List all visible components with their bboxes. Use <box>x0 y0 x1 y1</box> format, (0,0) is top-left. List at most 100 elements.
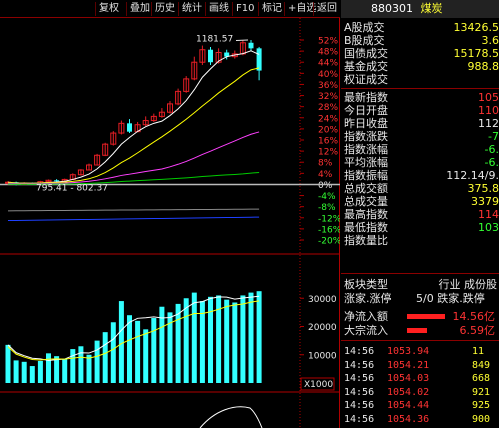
panel-row: 今日开盘 110 <box>341 104 499 117</box>
volume-ma5-line <box>7 295 260 362</box>
high-price-label: 1181.57 <box>196 34 233 44</box>
volume-bar <box>62 358 68 383</box>
panel-row-label: 最低指数 <box>344 221 388 234</box>
panel-row: 指数涨跌 -7 <box>341 130 499 143</box>
panel-row-value: 110 <box>478 104 499 117</box>
price-axis-label: 8% <box>318 159 333 169</box>
high-price-marker <box>235 39 249 42</box>
board-type-value: 行业 成份股 <box>438 278 498 291</box>
price-axis-label: 4% <box>318 170 333 180</box>
ma60-line <box>7 216 260 222</box>
panel-row-label: 指数量比 <box>344 234 388 247</box>
volume-bar <box>151 318 157 383</box>
panel-row-label: 基金成交 <box>344 60 388 73</box>
panel-row-value: 105 <box>478 91 499 104</box>
volume-bar <box>13 360 19 383</box>
panel-row-label: 平均涨幅 <box>344 156 388 169</box>
tick-price: 1054.03 <box>387 373 430 384</box>
volume-bar <box>86 354 92 383</box>
candle-body <box>127 123 132 132</box>
tick-row: 14:56 1054.02 921 <box>341 386 499 399</box>
net-inflow-bar <box>407 314 445 319</box>
tick-row: 14:56 1054.44 925 <box>341 399 499 412</box>
candle-body <box>256 48 262 71</box>
volume-ma10-line <box>7 300 260 361</box>
panel-row-label: 最新指数 <box>344 91 388 104</box>
block-inflow-row: 大宗流入 6.59亿 <box>341 324 499 337</box>
volume-axis-label: 20000 <box>308 323 337 333</box>
toolbar-stats-button[interactable]: 统计 <box>178 2 205 16</box>
toolbar-overlay-button[interactable]: 叠加 <box>126 2 153 16</box>
price-axis-label: -20% <box>318 237 340 247</box>
toolbar-restore-rights-button[interactable]: 复权 <box>95 2 122 16</box>
tick-price: 1054.21 <box>387 359 430 371</box>
panel-row-label: 指数振幅 <box>344 169 388 182</box>
price-axis-label: 0% <box>318 181 333 191</box>
panel-row: 平均涨幅 -6. <box>341 156 499 169</box>
volume-bar <box>37 360 43 383</box>
volume-bar <box>175 303 181 383</box>
price-axis-label: 36% <box>318 81 338 91</box>
panel-row: 最低指数 103 <box>341 221 499 234</box>
volume-bar <box>232 302 238 383</box>
kline-chart-svg[interactable]: 52%48%44%40%36%32%28%24%20%16%12%8%4%0%-… <box>0 18 340 428</box>
panel-row-label: 权证成交 <box>344 73 388 86</box>
toolbar-back-button[interactable]: 返回 <box>313 2 340 16</box>
volume-bar <box>110 322 116 383</box>
candle-body <box>248 42 254 49</box>
panel-row-value: 112 <box>478 117 499 130</box>
volume-bar <box>78 346 84 383</box>
tick-volume: 849 <box>472 359 491 371</box>
rise-fall-row: 涨家.涨停 5/0 跌家.跌停 <box>341 292 499 305</box>
panel-title: 880301 煤炭 <box>341 0 499 18</box>
volume-bar <box>118 301 124 383</box>
panel-row-label: 指数涨幅 <box>344 143 388 156</box>
volume-bar <box>5 344 11 383</box>
toolbar-history-button[interactable]: 历史 <box>151 2 178 16</box>
toolbar-draw-button[interactable]: 画线 <box>205 2 232 16</box>
panel-row-label: 今日开盘 <box>344 104 388 117</box>
volume-bar <box>248 292 254 383</box>
net-inflow-row: 净流入额 14.56亿 <box>341 310 499 323</box>
volume-bar <box>143 329 149 383</box>
tick-price: 1054.02 <box>387 386 430 398</box>
price-axis-label: 44% <box>318 59 338 69</box>
price-axis-label: 24% <box>318 114 338 124</box>
rise-fall-label: 涨家.涨停 <box>344 292 392 305</box>
panel-row: A股成交 13426.5 <box>341 21 499 34</box>
quote-panel: 880301 煤炭 A股成交 13426.5 B股成交 3.6 国债成交 15178.5 基… <box>341 0 499 428</box>
panel-row: 总成交量 3379 <box>341 195 499 208</box>
tick-time: 14:56 <box>344 413 375 425</box>
panel-row: 昨日收盘 112 <box>341 117 499 130</box>
price-axis-label: -4% <box>318 192 336 202</box>
kline-chart-area[interactable]: 52% 48% 44% 40% 36% 32% 28% 24% 20% 16% 12% 8% 4% 0% -… <box>0 18 340 428</box>
tick-row: 14:56 1054.21 849 <box>341 359 499 372</box>
tick-volume: 900 <box>472 413 491 425</box>
toolbar-f10-button[interactable]: F10 <box>232 2 257 16</box>
volume-bar <box>21 361 27 383</box>
ma20-line <box>7 131 260 185</box>
tick-row: 14:56 1053.94 11 <box>341 345 499 358</box>
volume-bar <box>102 332 108 383</box>
price-axis-label: 40% <box>318 70 338 80</box>
panel-row-value: 3.6 <box>481 34 499 47</box>
panel-row: 最高指数 114 <box>341 208 499 221</box>
block-inflow-label: 大宗流入 <box>344 324 388 337</box>
volume-unit-label: X1000 <box>304 380 333 390</box>
panel-row-label: 昨日收盘 <box>344 117 388 130</box>
net-inflow-value: 14.56亿 <box>452 310 496 323</box>
price-axis-label: 48% <box>318 48 338 58</box>
panel-divider <box>341 273 499 274</box>
panel-row-value: 112.14/9. <box>446 169 499 182</box>
range-label: 795.41 - 802.37 <box>36 184 108 194</box>
panel-row-value: -6. <box>484 156 499 169</box>
tick-price: 1054.44 <box>387 400 430 411</box>
panel-row-label: 总成交额 <box>344 182 388 195</box>
toolbar-mark-button[interactable]: 标记 <box>258 2 285 16</box>
price-axis-label: 28% <box>318 103 338 113</box>
panel-row-value: 103 <box>478 221 499 234</box>
price-axis-label: -16% <box>318 225 340 235</box>
indicator-line <box>199 406 263 428</box>
ma120-line <box>7 208 260 212</box>
board-type-row: 板块类型 行业 成份股 <box>341 278 499 291</box>
